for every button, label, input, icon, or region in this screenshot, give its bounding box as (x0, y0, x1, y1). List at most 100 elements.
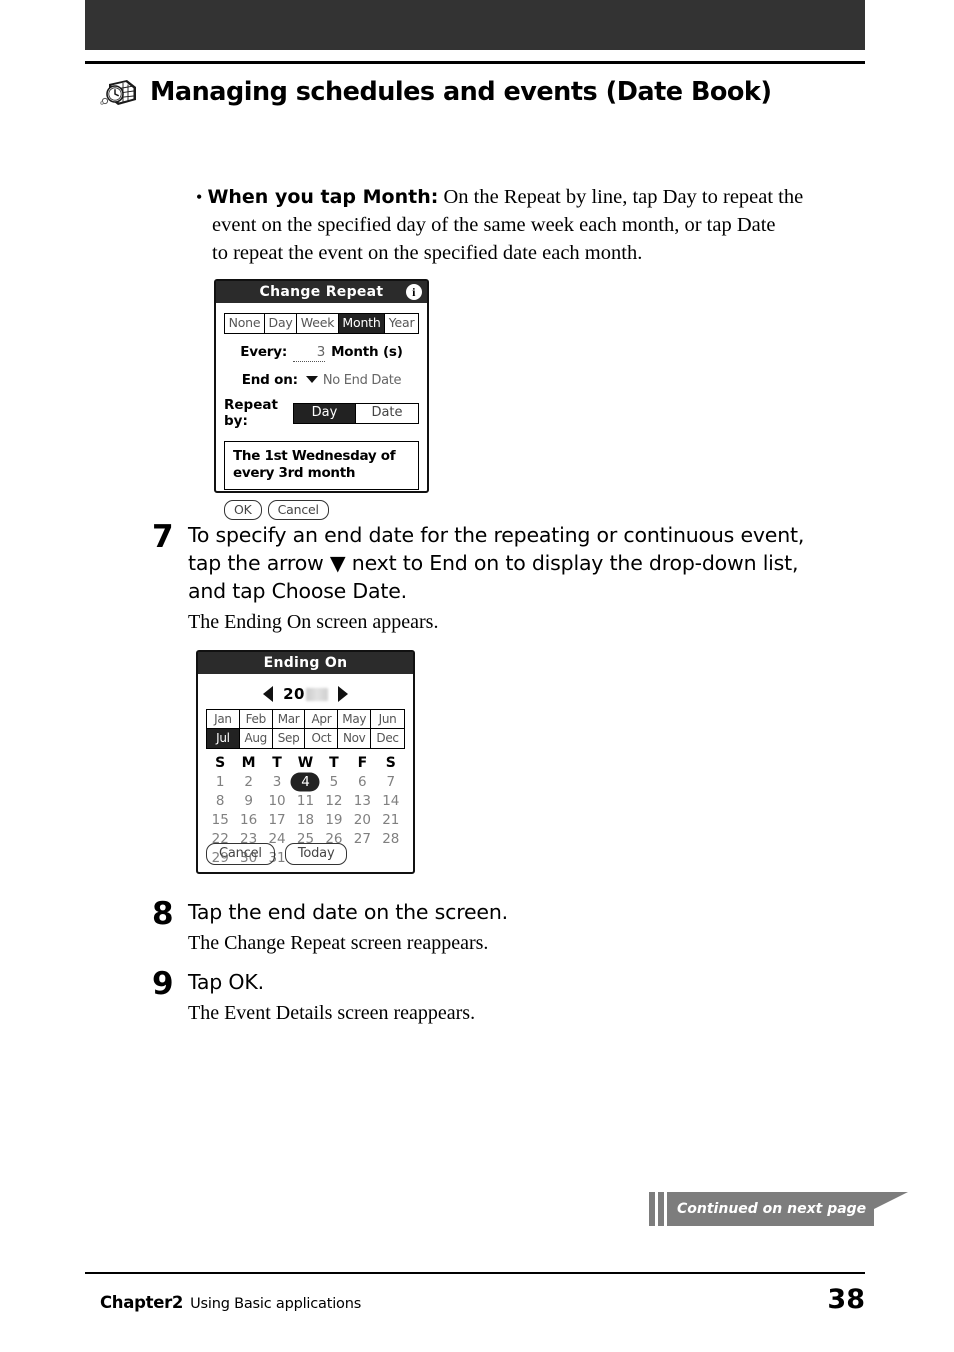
footer-chapter-label: Chapter2 (100, 1293, 184, 1312)
bullet-lead-in: When you tap Month: (207, 186, 439, 208)
day-cell-empty (377, 849, 405, 867)
banner-bar-2 (658, 1192, 664, 1226)
day-cell[interactable]: 9 (234, 792, 262, 810)
day-cell[interactable]: 11 (291, 792, 319, 810)
step-7-subtext: The Ending On screen appears. (188, 611, 439, 633)
step-8-number: 8 (152, 896, 174, 932)
day-cell-selected[interactable]: 4 (291, 773, 319, 791)
day-cell[interactable]: 16 (234, 811, 262, 829)
month-jun[interactable]: Jun (371, 710, 404, 729)
day-cell[interactable]: 8 (206, 792, 234, 810)
repeat-description-box: The 1st Wednesday of every 3rd month (224, 441, 419, 490)
month-oct[interactable]: Oct (305, 729, 339, 748)
day-cell[interactable]: 14 (377, 792, 405, 810)
end-on-row: End on: No End Date (224, 372, 419, 388)
every-row: Every: 3 Month (s) (224, 344, 419, 362)
day-cell[interactable]: 12 (320, 792, 348, 810)
month-aug[interactable]: Aug (240, 729, 273, 748)
day-cell[interactable]: 28 (377, 830, 405, 848)
day-cell[interactable]: 17 (263, 811, 291, 829)
step-7-title-line-1: To specify an end date for the repeating… (188, 523, 805, 547)
step-8-title: Tap the end date on the screen. (188, 900, 508, 924)
change-repeat-titlebar: Change Repeat i (216, 281, 427, 303)
ending-on-title: Ending On (263, 655, 348, 671)
day-cell[interactable]: 27 (348, 830, 376, 848)
ending-on-button-row: Cancel Today (206, 843, 348, 865)
cancel-button[interactable]: Cancel (267, 500, 329, 520)
ending-on-titlebar: Ending On (198, 652, 413, 674)
month-jan[interactable]: Jan (207, 710, 240, 729)
step-9-number: 9 (152, 966, 174, 1002)
end-on-value[interactable]: No End Date (323, 373, 402, 388)
tab-none[interactable]: None (225, 314, 265, 333)
day-cell[interactable]: 19 (320, 811, 348, 829)
month-apr[interactable]: Apr (305, 710, 339, 729)
year-redacted-digits (305, 687, 328, 701)
ok-button[interactable]: OK (224, 500, 262, 520)
day-cell[interactable]: 15 (206, 811, 234, 829)
weekday-header-sat: S (385, 755, 396, 771)
tab-month[interactable]: Month (338, 314, 386, 333)
year-selector: 20 (206, 684, 405, 704)
repeat-description-line-1: The 1st Wednesday of (233, 448, 396, 464)
step-7: 7 To specify an end date for the repeati… (152, 521, 852, 636)
day-cell[interactable]: 20 (348, 811, 376, 829)
header-divider-rule (85, 61, 865, 64)
tab-year[interactable]: Year (385, 314, 418, 333)
day-cell[interactable]: 21 (377, 811, 405, 829)
day-cell[interactable]: 3 (263, 773, 291, 791)
page-title: Managing schedules and events (Date Book… (150, 77, 772, 107)
triangle-right-icon[interactable] (337, 686, 348, 702)
year-value: 20 (283, 685, 328, 703)
day-cell[interactable]: 1 (206, 773, 234, 791)
day-cell-empty (348, 849, 376, 867)
today-button[interactable]: Today (284, 843, 348, 865)
month-jul[interactable]: Jul (207, 729, 240, 748)
day-cell[interactable]: 18 (291, 811, 319, 829)
weekday-header-fri: F (357, 755, 368, 771)
day-cell[interactable]: 13 (348, 792, 376, 810)
chevron-down-icon[interactable] (305, 376, 318, 383)
every-value-input[interactable]: 3 (293, 344, 325, 362)
day-cell[interactable]: 2 (234, 773, 262, 791)
bullet-paragraph: • When you tap Month: On the Repeat by l… (196, 183, 851, 267)
change-repeat-button-row: OK Cancel (224, 500, 419, 520)
ending-on-cancel-button[interactable]: Cancel (206, 843, 275, 865)
day-cell[interactable]: 10 (263, 792, 291, 810)
step-9-title: Tap OK. (188, 970, 264, 994)
day-cell[interactable]: 5 (320, 773, 348, 791)
month-may[interactable]: May (338, 710, 372, 729)
month-sep[interactable]: Sep (273, 729, 306, 748)
repeat-by-segmented-control: Day Date (293, 402, 419, 424)
footer-subtitle: Using Basic applications (190, 1296, 362, 1312)
every-label: Every: (240, 344, 288, 360)
continued-banner-text: Continued on next page (667, 1192, 875, 1226)
footer-left-group: Chapter2 Using Basic applications (100, 1293, 361, 1312)
month-feb[interactable]: Feb (239, 710, 273, 729)
end-on-label: End on: (241, 372, 298, 388)
repeat-by-row: Repeat by: Day Date (224, 397, 419, 429)
month-nov[interactable]: Nov (338, 729, 372, 748)
banner-bar-1 (649, 1192, 655, 1226)
repeat-by-date-button[interactable]: Date (356, 404, 418, 423)
weekday-header-sun: S (215, 755, 226, 771)
ending-on-screenshot: Ending On 20 Jan Feb Mar Apr May Jun Jul… (196, 650, 415, 874)
day-cell[interactable]: 7 (377, 773, 405, 791)
tab-day[interactable]: Day (265, 314, 298, 333)
step-7-title-line-3: and tap Choose Date. (188, 579, 407, 603)
page-top-black-bar (85, 0, 865, 50)
bullet-line-3: to repeat the event on the specified dat… (212, 242, 643, 264)
step-9-subtext: The Event Details screen reappears. (188, 1002, 476, 1024)
repeat-by-day-button[interactable]: Day (294, 403, 356, 423)
step-8-subtext: The Change Repeat screen reappears. (188, 932, 489, 954)
month-dec[interactable]: Dec (371, 729, 404, 748)
step-9: 9 Tap OK. The Event Details screen reapp… (152, 968, 852, 1027)
info-icon[interactable]: i (406, 284, 422, 300)
tab-week[interactable]: Week (297, 314, 339, 333)
every-unit-label: Month (s) (331, 344, 403, 360)
month-mar[interactable]: Mar (272, 710, 306, 729)
day-cell[interactable]: 6 (348, 773, 376, 791)
banner-arrow-icon (874, 1192, 909, 1226)
bullet-line-2: event on the specified day of the same w… (212, 214, 776, 236)
triangle-left-icon[interactable] (263, 686, 274, 702)
